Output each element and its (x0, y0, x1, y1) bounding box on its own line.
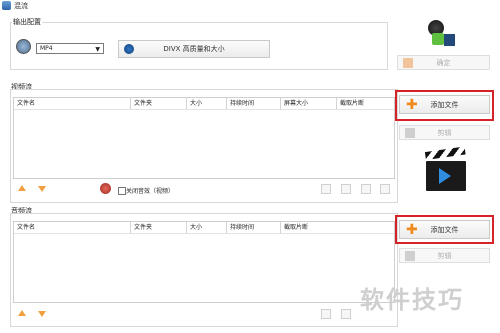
move-down-icon[interactable] (38, 186, 46, 192)
video-add-file-label: 添加文件 (430, 100, 459, 109)
video-col-screen-size[interactable]: 屏幕大小 (281, 98, 337, 110)
mute-checkbox[interactable] (118, 187, 126, 195)
audio-col-folder[interactable]: 文件夹 (131, 222, 187, 234)
merge-icon (424, 20, 456, 50)
video-file-table[interactable]: 文件名 文件夹 大小 持续时间 屏幕大小 截取片断 (13, 97, 395, 179)
video-tool-button-3[interactable] (361, 184, 371, 194)
move-up-icon[interactable] (18, 185, 26, 191)
format-select-value: MP4 (40, 45, 53, 52)
output-config-label: 输出配置 (12, 17, 42, 27)
video-add-file-button[interactable]: ✚ 添加文件 (399, 95, 490, 114)
audio-col-filename[interactable]: 文件名 (14, 222, 131, 234)
audio-col-size[interactable]: 大小 (187, 222, 227, 234)
audio-tool-button-2[interactable] (341, 309, 351, 319)
video-col-clip[interactable]: 截取片断 (337, 98, 394, 110)
title-bar: 混流 (0, 0, 500, 12)
video-col-size[interactable]: 大小 (187, 98, 227, 110)
move-down-icon[interactable] (38, 311, 46, 317)
clapperboard-icon (424, 146, 468, 192)
audio-tool-button-1[interactable] (321, 309, 331, 319)
audio-cut-label: 剪辑 (437, 251, 452, 260)
video-col-duration[interactable]: 持续时间 (227, 98, 281, 110)
watermark-text: 软件技巧 (360, 286, 464, 314)
audio-col-clip[interactable]: 截取片断 (281, 222, 394, 234)
mute-label: 关闭音效（视频） (126, 188, 175, 195)
confirm-button-label: 确定 (436, 58, 451, 67)
video-cut-label: 剪辑 (437, 128, 452, 137)
confirm-button[interactable]: 确定 (397, 55, 490, 70)
audio-add-file-label: 添加文件 (430, 225, 459, 234)
quality-button[interactable]: DIVX 高质量和大小 (118, 40, 270, 58)
video-tool-button-2[interactable] (341, 184, 351, 194)
chevron-down-icon: ▼ (95, 46, 100, 53)
window-title: 混流 (14, 2, 28, 10)
mute-icon (100, 183, 111, 194)
video-cut-button[interactable]: 剪辑 (399, 125, 490, 140)
audio-file-table[interactable]: 文件名 文件夹 大小 持续时间 截取片断 (13, 221, 395, 303)
video-tool-button-1[interactable] (321, 184, 331, 194)
video-col-folder[interactable]: 文件夹 (131, 98, 187, 110)
move-up-icon[interactable] (18, 310, 26, 316)
audio-col-duration[interactable]: 持续时间 (227, 222, 281, 234)
app-icon (2, 1, 11, 10)
video-col-filename[interactable]: 文件名 (14, 98, 131, 110)
format-icon (16, 39, 31, 54)
audio-cut-button[interactable]: 剪辑 (399, 248, 490, 263)
quality-button-label: DIVX 高质量和大小 (163, 45, 225, 53)
format-select[interactable]: MP4 ▼ (36, 43, 104, 54)
audio-add-file-button[interactable]: ✚ 添加文件 (399, 220, 490, 239)
video-tool-button-4[interactable] (380, 184, 390, 194)
